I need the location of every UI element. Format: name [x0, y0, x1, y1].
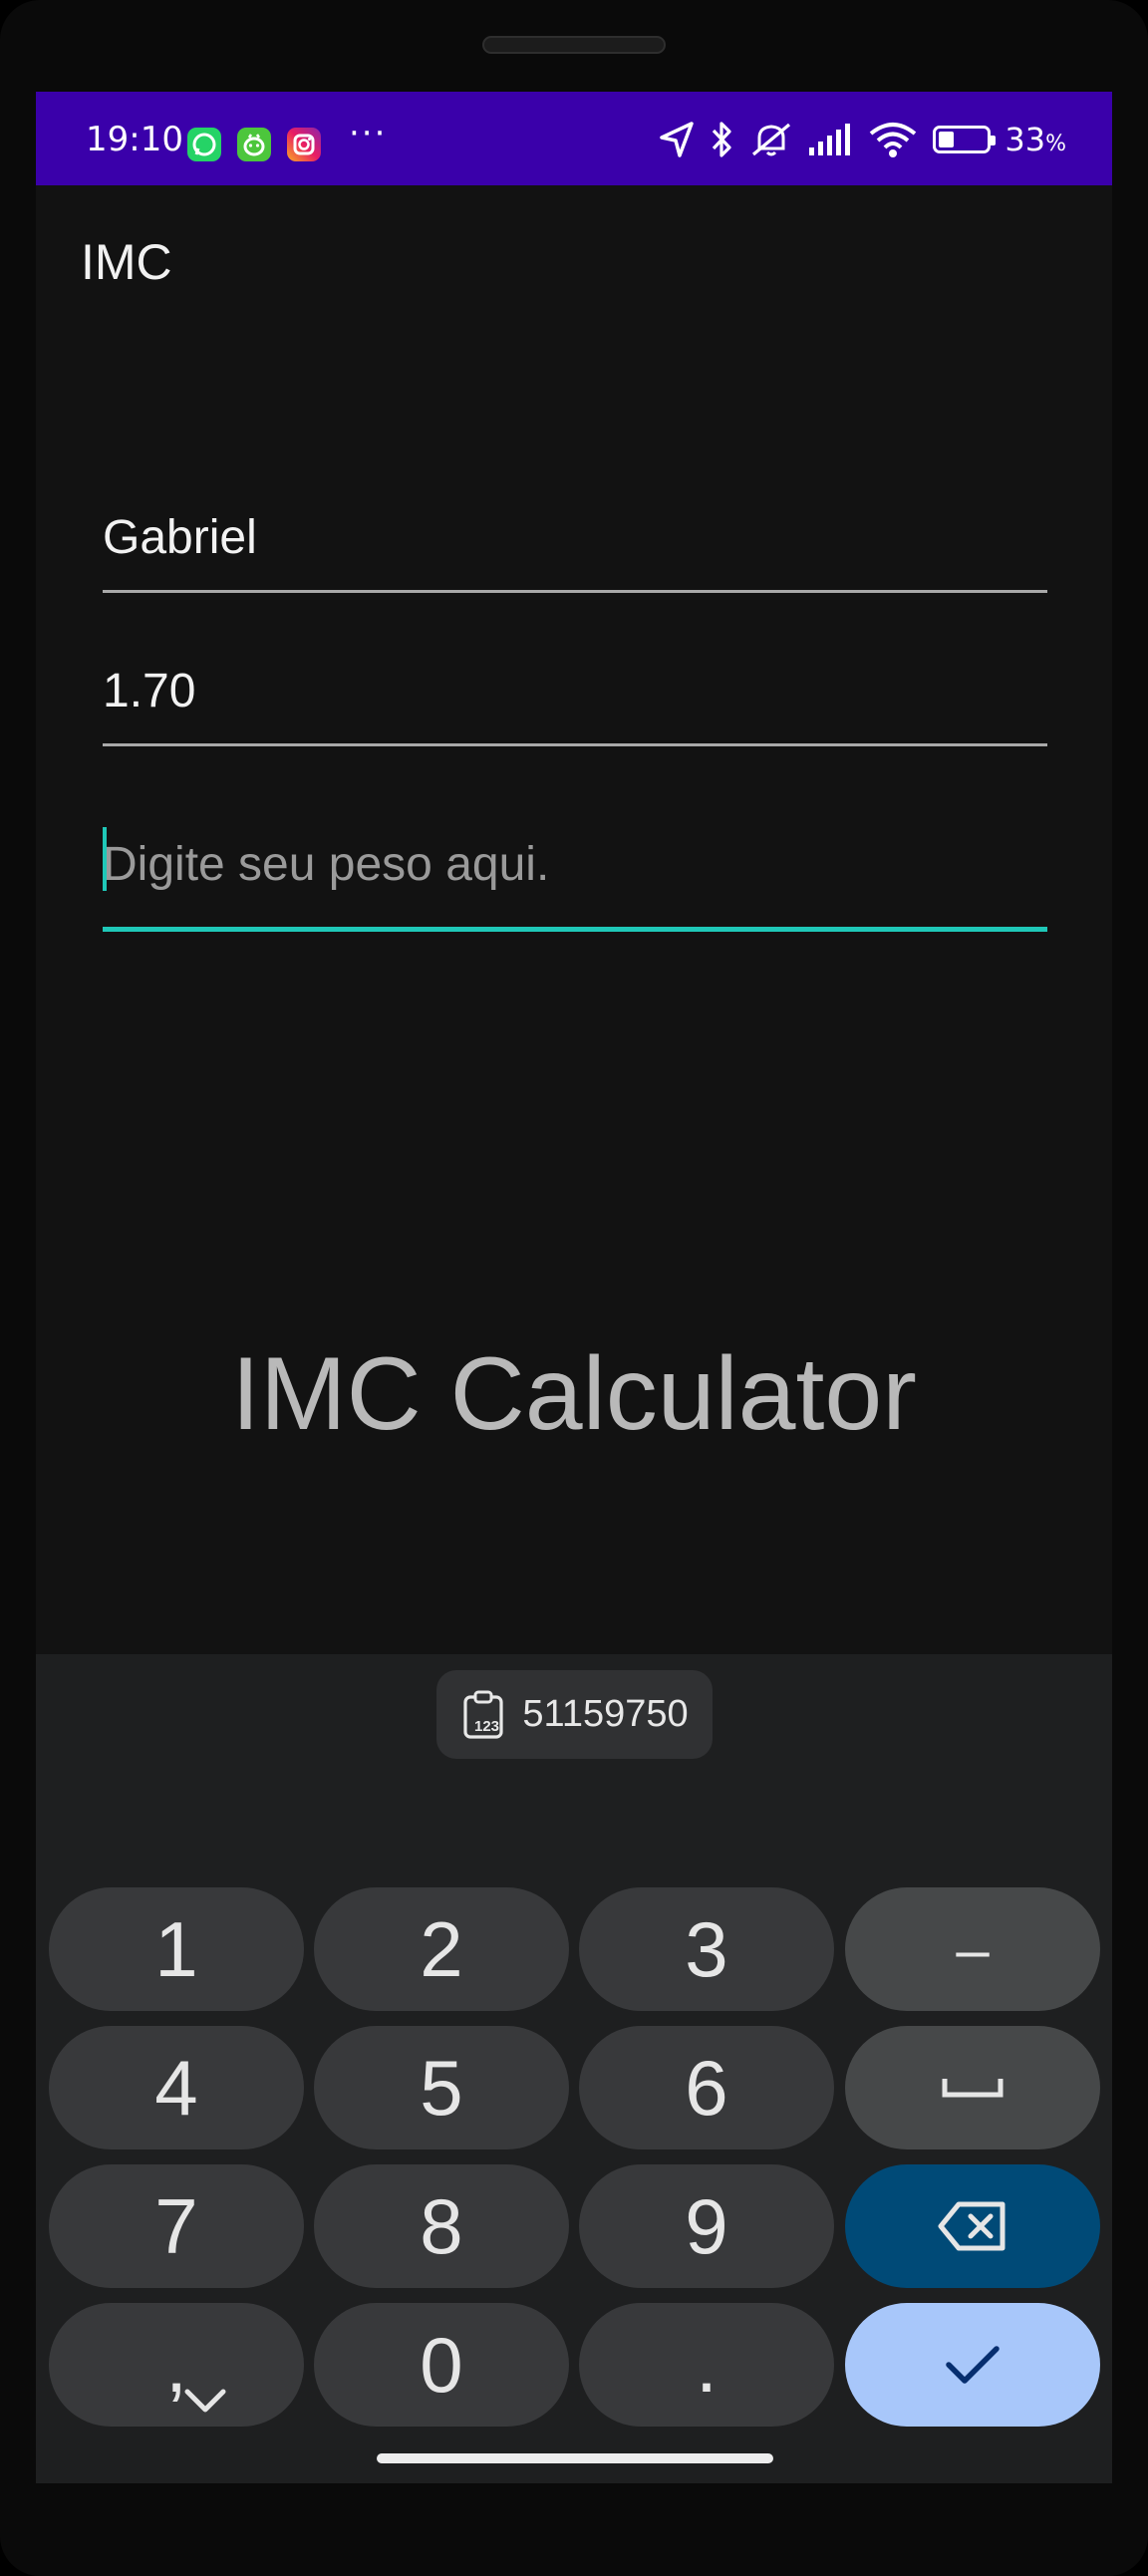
wifi-icon [870, 123, 917, 157]
screen: 19:10 ··· 33% IMC Gabriel 1.70 Digite se… [36, 92, 1112, 2483]
key-2[interactable]: 2 [314, 1887, 569, 2011]
weight-input[interactable] [103, 837, 1047, 892]
key-5[interactable]: 5 [314, 2026, 569, 2149]
checkmark-icon [946, 2346, 1000, 2384]
bluetooth-icon [713, 122, 731, 157]
key-space[interactable] [845, 2026, 1100, 2149]
gesture-home-bar[interactable] [377, 2453, 773, 2463]
instagram-icon [287, 128, 321, 161]
status-bar: 19:10 ··· 33% [36, 92, 1112, 185]
key-0[interactable]: 0 [314, 2303, 569, 2427]
key-3[interactable]: 3 [579, 1887, 834, 2011]
cell-signal-icon [809, 124, 851, 155]
clipboard-numbers-icon: 123 [463, 1690, 503, 1739]
collapse-keyboard-icon[interactable] [175, 2382, 235, 2422]
name-underline [103, 590, 1047, 593]
height-input[interactable] [103, 664, 1047, 718]
battery-percent: 33% [1004, 121, 1066, 158]
earpiece-speaker [482, 36, 666, 54]
key-7[interactable]: 7 [49, 2164, 304, 2288]
name-field[interactable] [103, 510, 1047, 600]
svg-text:123: 123 [474, 1718, 499, 1735]
clipboard-suggestion-text: 51159750 [522, 1693, 689, 1735]
key-backspace[interactable] [845, 2164, 1100, 2288]
location-icon [660, 122, 695, 157]
app-bar-title: IMC [81, 234, 172, 290]
whatsapp-icon [187, 128, 221, 161]
text-cursor [103, 827, 107, 891]
height-field[interactable] [103, 664, 1047, 753]
fruit-app-icon [237, 128, 271, 161]
clipboard-suggestion-chip[interactable]: 123 51159750 [436, 1670, 713, 1759]
key-done[interactable] [845, 2303, 1100, 2427]
status-icons: 33% [658, 118, 1066, 161]
imc-calculator-title: IMC Calculator [231, 1336, 917, 1452]
key-8[interactable]: 8 [314, 2164, 569, 2288]
phone-frame: 19:10 ··· 33% IMC Gabriel 1.70 Digite se… [0, 0, 1148, 2576]
numeric-keyboard: 123 51159750 1 2 3 – 4 5 6 7 8 9 , 0 . [36, 1654, 1112, 2483]
height-underline [103, 743, 1047, 746]
muted-bell-icon [752, 123, 791, 156]
key-4[interactable]: 4 [49, 2026, 304, 2149]
battery-icon [933, 126, 997, 153]
status-time: 19:10 [86, 120, 183, 159]
backspace-icon [938, 2201, 1005, 2251]
weight-underline-focused [103, 927, 1047, 932]
more-notifications-indicator: ··· [349, 114, 388, 153]
key-minus[interactable]: – [845, 1887, 1100, 2011]
space-icon [942, 2079, 1004, 2098]
weight-field[interactable] [103, 827, 1047, 937]
key-1[interactable]: 1 [49, 1887, 304, 2011]
name-input[interactable] [103, 510, 1047, 565]
battery-level-fill [939, 132, 955, 147]
key-9[interactable]: 9 [579, 2164, 834, 2288]
key-period[interactable]: . [579, 2303, 834, 2427]
key-6[interactable]: 6 [579, 2026, 834, 2149]
